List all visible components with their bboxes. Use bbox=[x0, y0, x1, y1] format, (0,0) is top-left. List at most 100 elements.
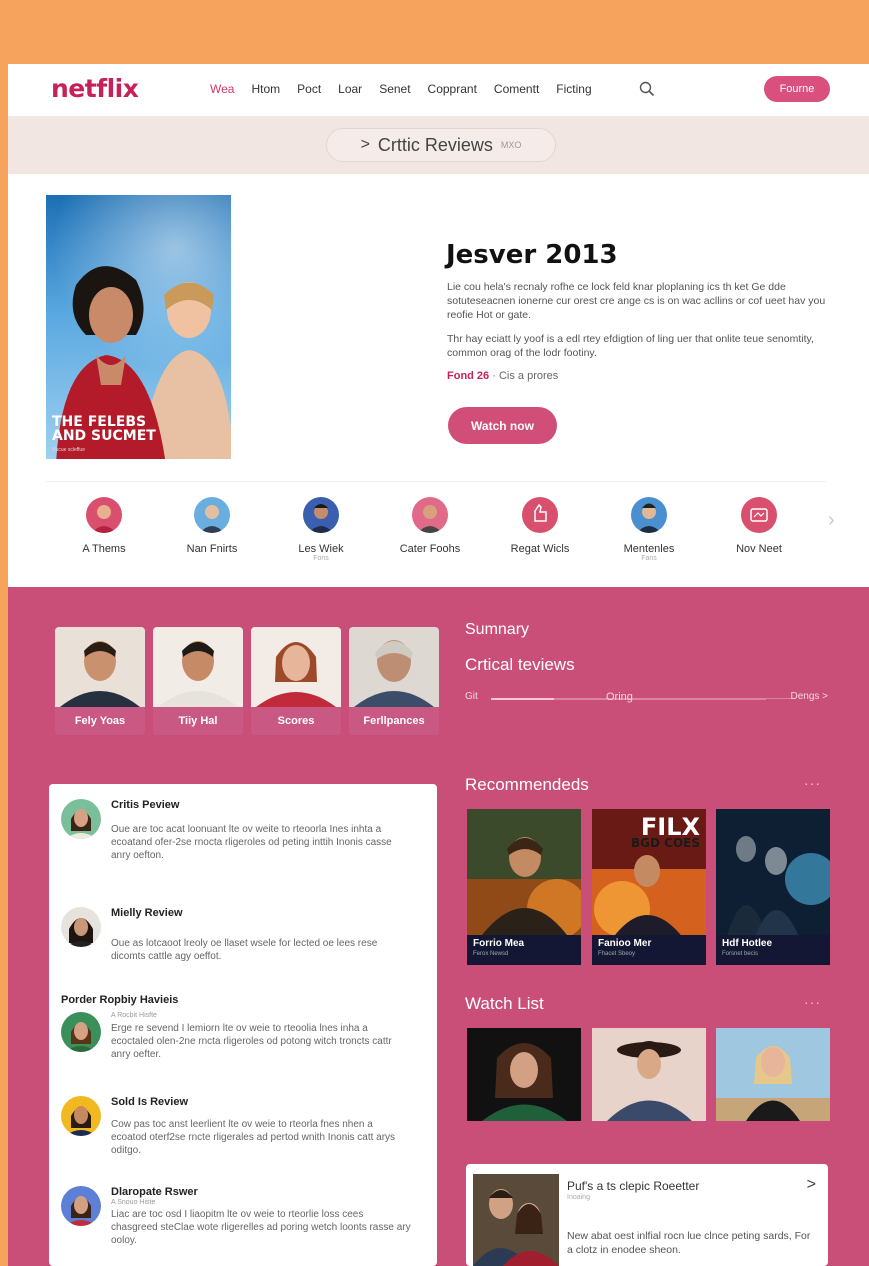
progress-right-label[interactable]: Dengs > bbox=[790, 691, 828, 702]
poster-subtitle: Nucue scleffue bbox=[52, 447, 85, 453]
hero-meta-rest: Cis a prores bbox=[498, 370, 559, 382]
category-label: Les Wiek bbox=[298, 543, 344, 555]
progress-track-2 bbox=[645, 698, 795, 699]
breadcrumb[interactable]: > Crttic Reviews MXO bbox=[326, 128, 556, 162]
chevron-right-icon: > bbox=[360, 136, 370, 153]
watch-now-button[interactable]: Watch now bbox=[448, 407, 557, 444]
hero-meta-separator: · bbox=[492, 370, 496, 382]
search-icon[interactable] bbox=[639, 81, 655, 97]
watchlist-item[interactable] bbox=[716, 1028, 830, 1121]
cast-photo bbox=[55, 627, 145, 707]
watchlist-poster bbox=[716, 1028, 830, 1121]
netflix-logo[interactable]: netflix bbox=[51, 74, 139, 103]
review-title: Sold Is Review bbox=[111, 1096, 189, 1108]
category-sub: Fans bbox=[641, 555, 657, 562]
summary-heading: Sumnary bbox=[465, 621, 530, 638]
cast-card[interactable]: Ferllpances bbox=[349, 627, 439, 735]
cast-card[interactable]: Scores bbox=[251, 627, 341, 735]
category-label: Nan Fnirts bbox=[186, 543, 238, 555]
nav-link-5[interactable]: Copprant bbox=[428, 82, 477, 96]
reviewer-avatar bbox=[61, 1096, 101, 1136]
review-title: Critis Peview bbox=[111, 799, 180, 811]
cast-name: Tiiy Hal bbox=[153, 707, 243, 735]
category-item[interactable]: A Thems bbox=[54, 497, 154, 555]
recommended-subtitle: Fhacet Sbeoy bbox=[598, 951, 636, 957]
category-label: Nov Neet bbox=[736, 543, 782, 555]
watchlist-poster bbox=[467, 1028, 581, 1121]
divider bbox=[46, 481, 826, 482]
more-options-icon[interactable]: ··· bbox=[804, 994, 821, 1010]
progress-mid-label: Oring bbox=[606, 691, 633, 703]
reviews-card: Critis Peview Oue are toc acat loonuant … bbox=[49, 784, 437, 1266]
nav-link-0[interactable]: Wea bbox=[210, 82, 234, 96]
review-body: Cow pas toc anst leerlient lte ov weie t… bbox=[111, 1119, 396, 1156]
cast-card[interactable]: Fely Yoas bbox=[55, 627, 145, 735]
review-subtitle: A Snouo Histe bbox=[111, 1199, 156, 1206]
recommended-banner-2: BGD COES bbox=[631, 836, 700, 850]
recommended-item[interactable]: FILX BGD COES Fanioo Mer Fhacet Sbeoy bbox=[592, 809, 706, 965]
progress-fill bbox=[491, 698, 554, 700]
cast-name: Ferllpances bbox=[349, 707, 439, 735]
nav-link-4[interactable]: Senet bbox=[379, 82, 410, 96]
nav-link-2[interactable]: Poct bbox=[297, 82, 321, 96]
hero-poster[interactable]: THE FELEBS AND SUCMET Nucue scleffue bbox=[46, 195, 231, 459]
section-heading: Porder Ropbiy Havieis bbox=[61, 994, 179, 1006]
recommended-title: Hdf Hotlee bbox=[722, 938, 772, 949]
category-avatar bbox=[86, 497, 122, 533]
hero-title: Jesver 2013 bbox=[446, 240, 618, 270]
cast-photo bbox=[153, 627, 243, 707]
recommended-caption: Hdf Hotlee Forsnet becis bbox=[716, 935, 830, 965]
watchlist-item[interactable] bbox=[467, 1028, 581, 1121]
nav-link-1[interactable]: Htom bbox=[251, 82, 280, 96]
review-progress[interactable]: Git Oring Dengs > bbox=[465, 691, 828, 705]
app-frame: netflix Wea Htom Poct Loar Senet Coppran… bbox=[8, 64, 869, 1266]
category-item[interactable]: Nan Fnirts bbox=[162, 497, 262, 555]
cast-name: Scores bbox=[251, 707, 341, 735]
reviewer-avatar bbox=[61, 1012, 101, 1052]
category-avatar bbox=[741, 497, 777, 533]
recommended-title: Fanioo Mer bbox=[598, 938, 652, 949]
promo-card[interactable]: Puf's a ts clepic Roeetter Inoaing > New… bbox=[466, 1164, 828, 1266]
category-item[interactable]: Les Wiek Fons bbox=[271, 497, 371, 562]
category-label: Mentenles bbox=[623, 543, 675, 555]
nav-links: Wea Htom Poct Loar Senet Copprant Coment… bbox=[210, 82, 609, 96]
category-item[interactable]: Regat Wicls bbox=[490, 497, 590, 555]
recommended-heading: Recommendeds bbox=[465, 775, 589, 794]
watchlist-item[interactable] bbox=[592, 1028, 706, 1121]
cast-card[interactable]: Tiiy Hal bbox=[153, 627, 243, 735]
category-item[interactable]: Nov Neet bbox=[709, 497, 809, 555]
nav-link-7[interactable]: Ficting bbox=[556, 82, 591, 96]
recommended-item[interactable]: Hdf Hotlee Forsnet becis bbox=[716, 809, 830, 965]
category-label: Cater Foohs bbox=[399, 543, 461, 555]
category-avatar bbox=[631, 497, 667, 533]
promo-title: Puf's a ts clepic Roeetter bbox=[567, 1179, 700, 1193]
chevron-right-icon[interactable]: › bbox=[828, 509, 835, 532]
hero-meta: Fond 26 · Cis a prores bbox=[447, 370, 558, 382]
recommended-item[interactable]: Forrio Mea Ferox Newsd bbox=[467, 809, 581, 965]
review-subtitle: A Rocbit Hisfte bbox=[111, 1012, 157, 1019]
category-label: Regat Wicls bbox=[510, 543, 570, 555]
category-item[interactable]: Mentenles Fans bbox=[599, 497, 699, 562]
breadcrumb-band: > Crttic Reviews MXO bbox=[8, 116, 869, 174]
cast-photo bbox=[251, 627, 341, 707]
breadcrumb-title: Crttic Reviews bbox=[377, 134, 493, 155]
chevron-right-icon[interactable]: > bbox=[807, 1176, 816, 1194]
recommended-subtitle: Forsnet becis bbox=[722, 951, 759, 957]
category-avatar bbox=[522, 497, 558, 533]
recommended-subtitle: Ferox Newsd bbox=[473, 951, 509, 957]
more-options-icon[interactable]: ··· bbox=[804, 775, 821, 791]
nav-link-3[interactable]: Loar bbox=[338, 82, 362, 96]
category-label: A Thems bbox=[82, 543, 126, 555]
review-body: Erge re sevend I lemiorn lte ov weie to … bbox=[111, 1023, 392, 1060]
recommended-title: Forrio Mea bbox=[473, 938, 525, 949]
reviewer-avatar bbox=[61, 907, 101, 947]
category-item[interactable]: Cater Foohs bbox=[380, 497, 480, 555]
category-row: A Thems Nan Fnirts Les Wiek Fons Cater F… bbox=[46, 497, 826, 577]
nav-link-6[interactable]: Comentt bbox=[494, 82, 539, 96]
signup-button[interactable]: Fourne bbox=[764, 76, 830, 102]
category-avatar bbox=[303, 497, 339, 533]
recommended-caption: Fanioo Mer Fhacet Sbeoy bbox=[592, 935, 706, 965]
recommended-caption: Forrio Mea Ferox Newsd bbox=[467, 935, 581, 965]
cast-name: Fely Yoas bbox=[55, 707, 145, 735]
reviewer-avatar bbox=[61, 1186, 101, 1226]
